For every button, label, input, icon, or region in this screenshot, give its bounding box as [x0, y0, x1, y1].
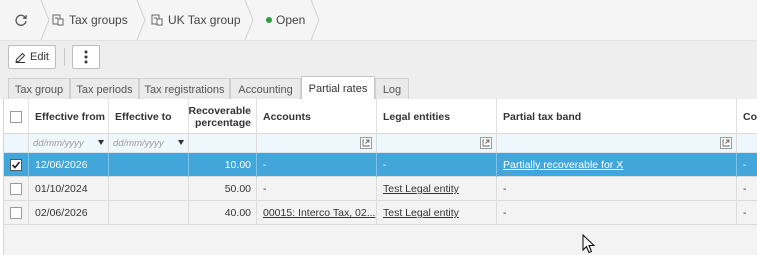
cell-partial-tax-band[interactable]: -: [497, 177, 737, 201]
tab-tax-registrations[interactable]: Tax registrations: [139, 78, 230, 100]
edit-label: Edit: [30, 51, 49, 63]
legal-entity-link[interactable]: Test Legal entity: [383, 183, 459, 195]
column-header-cost[interactable]: Cos: [737, 99, 757, 134]
row-select-cell: [4, 177, 29, 201]
tab-label: Log: [382, 83, 402, 96]
cell-effective-from[interactable]: 01/10/2024: [29, 177, 109, 201]
cell-effective-to[interactable]: [109, 177, 189, 201]
row-checkbox[interactable]: [10, 207, 22, 219]
cell-effective-to[interactable]: [109, 153, 189, 177]
partial-tax-band-link[interactable]: Partially recoverable for X: [503, 159, 623, 171]
refresh-button[interactable]: [10, 0, 32, 40]
cell-legal-entities[interactable]: Test Legal entity: [377, 177, 497, 201]
tax-group-icon: [151, 14, 163, 26]
filter-cell-empty: [4, 134, 29, 153]
status-dot: [266, 17, 272, 23]
select-all-cell: [4, 99, 29, 134]
more-options-button[interactable]: [72, 45, 100, 69]
pencil-icon: [15, 52, 26, 63]
cell-partial-tax-band[interactable]: Partially recoverable for X: [497, 153, 737, 177]
partial-rates-grid: Effective from Effective to Recoverable …: [3, 99, 757, 255]
row-checkbox[interactable]: [10, 159, 22, 171]
toolbar: Edit: [0, 41, 757, 71]
more-vertical-icon: [84, 50, 88, 64]
tab-label: Tax group: [14, 83, 64, 96]
row-checkbox[interactable]: [10, 183, 22, 195]
filter-placeholder: dd/mm/yyyy: [33, 138, 84, 149]
column-header-effective-from[interactable]: Effective from: [29, 99, 109, 134]
breadcrumb-separator: [136, 0, 146, 40]
tab-log[interactable]: Log: [375, 78, 409, 100]
chevron-down-icon[interactable]: [98, 140, 104, 145]
tab-label: Accounting: [238, 83, 293, 96]
cell-recoverable[interactable]: 40.00: [189, 201, 257, 225]
tab-tax-group[interactable]: Tax group: [8, 78, 70, 100]
toolbar-divider: [64, 48, 65, 66]
row-select-cell: [4, 153, 29, 177]
filter-effective-from[interactable]: dd/mm/yyyy: [29, 134, 109, 153]
open-lookup-icon[interactable]: [720, 137, 732, 149]
column-header-effective-to[interactable]: Effective to: [109, 99, 189, 134]
cell-cost[interactable]: -: [737, 201, 757, 225]
cell-effective-from[interactable]: 12/06/2026: [29, 153, 109, 177]
cell-accounts[interactable]: 00015: Interco Tax, 02...: [257, 201, 377, 225]
breadcrumb-label: Open: [276, 13, 306, 27]
column-header-partial-tax-band[interactable]: Partial tax band: [497, 99, 737, 134]
tab-tax-periods[interactable]: Tax periods: [70, 78, 139, 100]
cell-effective-from[interactable]: 02/06/2026: [29, 201, 109, 225]
breadcrumb-separator: [40, 0, 50, 40]
column-header-legal-entities[interactable]: Legal entities: [377, 99, 497, 134]
cell-legal-entities[interactable]: -: [377, 153, 497, 177]
filter-cost[interactable]: [737, 134, 757, 153]
open-lookup-icon[interactable]: [360, 137, 372, 149]
grid-header: Effective from Effective to Recoverable …: [4, 99, 757, 134]
filter-legal-entities[interactable]: [377, 134, 497, 153]
breadcrumb-separator: [310, 0, 320, 40]
breadcrumb-label: Tax groups: [69, 13, 128, 27]
breadcrumb-label: UK Tax group: [168, 13, 241, 27]
cell-accounts[interactable]: -: [257, 177, 377, 201]
mouse-cursor-icon: [582, 234, 596, 254]
cell-effective-to[interactable]: [109, 201, 189, 225]
tab-label: Partial rates: [308, 82, 368, 95]
chevron-down-icon[interactable]: [178, 140, 184, 145]
breadcrumb-separator: [244, 0, 254, 40]
filter-accounts[interactable]: [257, 134, 377, 153]
table-row[interactable]: 12/06/2026 10.00 - - Partially recoverab…: [4, 153, 757, 177]
tab-accounting[interactable]: Accounting: [230, 78, 301, 100]
accounts-link[interactable]: 00015: Interco Tax, 02...: [263, 207, 375, 219]
column-header-accounts[interactable]: Accounts: [257, 99, 377, 134]
table-row[interactable]: 01/10/2024 50.00 - Test Legal entity - -: [4, 177, 757, 201]
refresh-icon: [15, 14, 27, 26]
filter-row: dd/mm/yyyy dd/mm/yyyy: [4, 134, 757, 153]
checkmark-icon: [11, 161, 21, 169]
edit-button[interactable]: Edit: [8, 45, 56, 69]
table-row[interactable]: 02/06/2026 40.00 00015: Interco Tax, 02.…: [4, 201, 757, 225]
tab-label: Tax registrations: [144, 83, 225, 96]
breadcrumb-uk-tax-group[interactable]: UK Tax group: [151, 0, 241, 40]
cell-legal-entities[interactable]: Test Legal entity: [377, 201, 497, 225]
cell-recoverable[interactable]: 10.00: [189, 153, 257, 177]
column-header-recoverable-percentage[interactable]: Recoverable percentage: [189, 99, 257, 134]
filter-partial-tax-band[interactable]: [497, 134, 737, 153]
tab-partial-rates[interactable]: Partial rates: [301, 76, 375, 100]
filter-recoverable[interactable]: [189, 134, 257, 153]
select-all-checkbox[interactable]: [10, 110, 22, 123]
row-select-cell: [4, 201, 29, 225]
cell-partial-tax-band[interactable]: -: [497, 201, 737, 225]
legal-entity-link[interactable]: Test Legal entity: [383, 207, 459, 219]
cell-cost[interactable]: -: [737, 153, 757, 177]
breadcrumb: Tax groups UK Tax group Open: [0, 0, 757, 41]
cell-accounts[interactable]: -: [257, 153, 377, 177]
open-lookup-icon[interactable]: [480, 137, 492, 149]
tab-label: Tax periods: [76, 83, 133, 96]
cell-recoverable[interactable]: 50.00: [189, 177, 257, 201]
tax-group-icon: [52, 14, 64, 26]
filter-effective-to[interactable]: dd/mm/yyyy: [109, 134, 189, 153]
tab-strip: Tax group Tax periods Tax registrations …: [0, 71, 757, 100]
cell-cost[interactable]: -: [737, 177, 757, 201]
breadcrumb-tax-groups[interactable]: Tax groups: [52, 0, 128, 40]
filter-placeholder: dd/mm/yyyy: [113, 138, 164, 149]
breadcrumb-status-open[interactable]: Open: [266, 0, 305, 40]
